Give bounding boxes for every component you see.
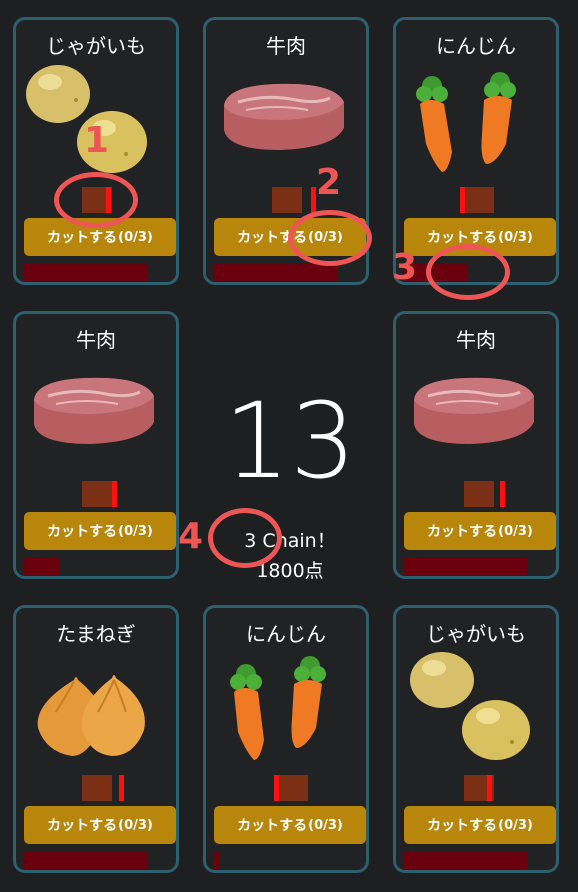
card-title: たまねぎ [56, 622, 136, 646]
score-counter: 13 [223, 380, 357, 502]
game-board: じゃがいも カットする (0/3) 牛肉 カットする (0/3) にんじん カッ… [0, 0, 578, 892]
ingredient-card-onion: たまねぎ カットする (0/3) [13, 605, 179, 873]
ingredient-card-carrot: にんじん カットする (0/3) [203, 605, 369, 873]
cut-target-zone [82, 481, 112, 507]
annotation-number-3: 3 [392, 247, 418, 288]
cut-count: (0/3) [118, 229, 153, 245]
annotation-number-4: 4 [178, 516, 204, 557]
cut-gauge [396, 481, 556, 509]
card-title: じゃがいも [46, 34, 146, 58]
cut-marker [500, 481, 505, 507]
annotation-circle-2 [288, 210, 372, 266]
hp-bar [24, 851, 148, 870]
cut-gauge [396, 187, 556, 215]
cut-marker [274, 775, 279, 801]
cut-target-zone [464, 481, 494, 507]
hp-bar [24, 263, 148, 282]
cut-count: (0/3) [118, 523, 153, 539]
card-title: にんじん [246, 622, 326, 646]
beef-icon [34, 377, 154, 444]
cut-marker [119, 775, 124, 801]
cut-target-zone [464, 187, 494, 213]
card-title: にんじん [436, 34, 516, 58]
cut-button[interactable]: カットする (0/3) [214, 806, 366, 844]
hp-bar [24, 557, 59, 576]
beef-icon [224, 83, 344, 150]
cut-button-label: カットする [47, 818, 118, 834]
potato-icon [410, 652, 530, 760]
cut-target-zone [272, 187, 302, 213]
cut-count: (0/3) [498, 229, 533, 245]
cut-marker [460, 187, 465, 213]
cut-button-label: カットする [47, 524, 118, 540]
cut-marker [112, 481, 117, 507]
cut-button[interactable]: カットする (0/3) [404, 512, 556, 550]
cut-gauge [206, 775, 366, 803]
carrot-icon [416, 72, 516, 172]
cut-button-label: カットする [237, 818, 308, 834]
cut-button[interactable]: カットする (0/3) [404, 806, 556, 844]
annotation-circle-3 [426, 244, 510, 300]
cut-count: (0/3) [498, 523, 533, 539]
cut-marker [487, 775, 492, 801]
annotation-number-1: 1 [84, 120, 110, 161]
hp-bar [214, 263, 338, 282]
annotation-number-2: 2 [316, 162, 342, 203]
cut-button-label: カットする [427, 818, 498, 834]
cut-target-zone [82, 775, 112, 801]
cut-gauge [396, 775, 556, 803]
ingredient-card-beef: 牛肉 カットする (0/3) [393, 311, 559, 579]
cut-button-label: カットする [47, 230, 118, 246]
annotation-circle-1 [54, 172, 138, 228]
card-title: じゃがいも [426, 622, 526, 646]
card-title: 牛肉 [76, 328, 116, 352]
cut-button[interactable]: カットする (0/3) [24, 512, 176, 550]
hp-bar [404, 851, 528, 870]
ingredient-card-potato: じゃがいも カットする (0/3) [393, 605, 559, 873]
hp-bar [404, 557, 528, 576]
ingredient-card-beef: 牛肉 カットする (0/3) [13, 311, 179, 579]
onion-icon [37, 675, 145, 756]
cut-count: (0/3) [498, 817, 533, 833]
beef-icon [414, 377, 534, 444]
cut-gauge [16, 481, 176, 509]
card-title: 牛肉 [456, 328, 496, 352]
card-title: 牛肉 [266, 34, 306, 58]
cut-count: (0/3) [308, 817, 343, 833]
hp-bar [214, 851, 219, 870]
cut-button[interactable]: カットする (0/3) [24, 806, 176, 844]
cut-gauge [16, 775, 176, 803]
cut-button-label: カットする [427, 524, 498, 540]
cut-target-zone [278, 775, 308, 801]
carrot-icon [230, 656, 326, 760]
cut-count: (0/3) [118, 817, 153, 833]
annotation-circle-4 [208, 508, 282, 568]
